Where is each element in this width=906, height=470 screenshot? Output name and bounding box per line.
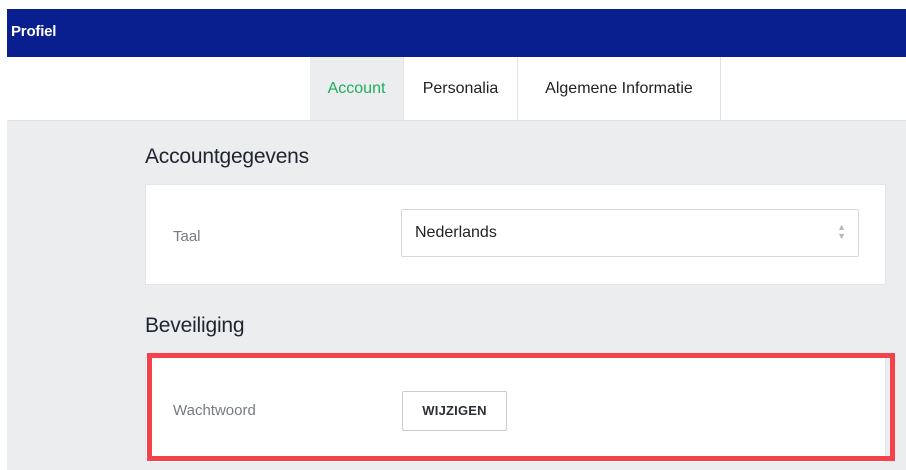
tab-account[interactable]: Account bbox=[310, 57, 404, 120]
change-password-button[interactable]: WIJZIGEN bbox=[402, 391, 507, 431]
security-section-title: Beveiliging bbox=[145, 314, 245, 337]
page-title: Profiel bbox=[11, 23, 57, 40]
profile-page: Profiel Account Personalia Algemene Info… bbox=[7, 9, 906, 470]
security-card: Wachtwoord WIJZIGEN bbox=[145, 357, 886, 462]
language-select-value: Nederlands bbox=[415, 224, 497, 241]
account-section-title: Accountgegevens bbox=[145, 145, 309, 168]
tab-algemene-informatie[interactable]: Algemene Informatie bbox=[518, 57, 721, 120]
account-card: Taal Nederlands ▲ ▼ bbox=[145, 184, 886, 285]
language-select[interactable]: Nederlands ▲ ▼ bbox=[401, 209, 859, 257]
up-down-arrows-icon: ▲ ▼ bbox=[837, 222, 846, 241]
password-label: Wachtwoord bbox=[173, 402, 256, 419]
tab-bar: Account Personalia Algemene Informatie bbox=[7, 57, 906, 121]
language-label: Taal bbox=[173, 228, 201, 245]
tab-personalia[interactable]: Personalia bbox=[404, 57, 518, 120]
header-bar: Profiel bbox=[7, 9, 906, 57]
